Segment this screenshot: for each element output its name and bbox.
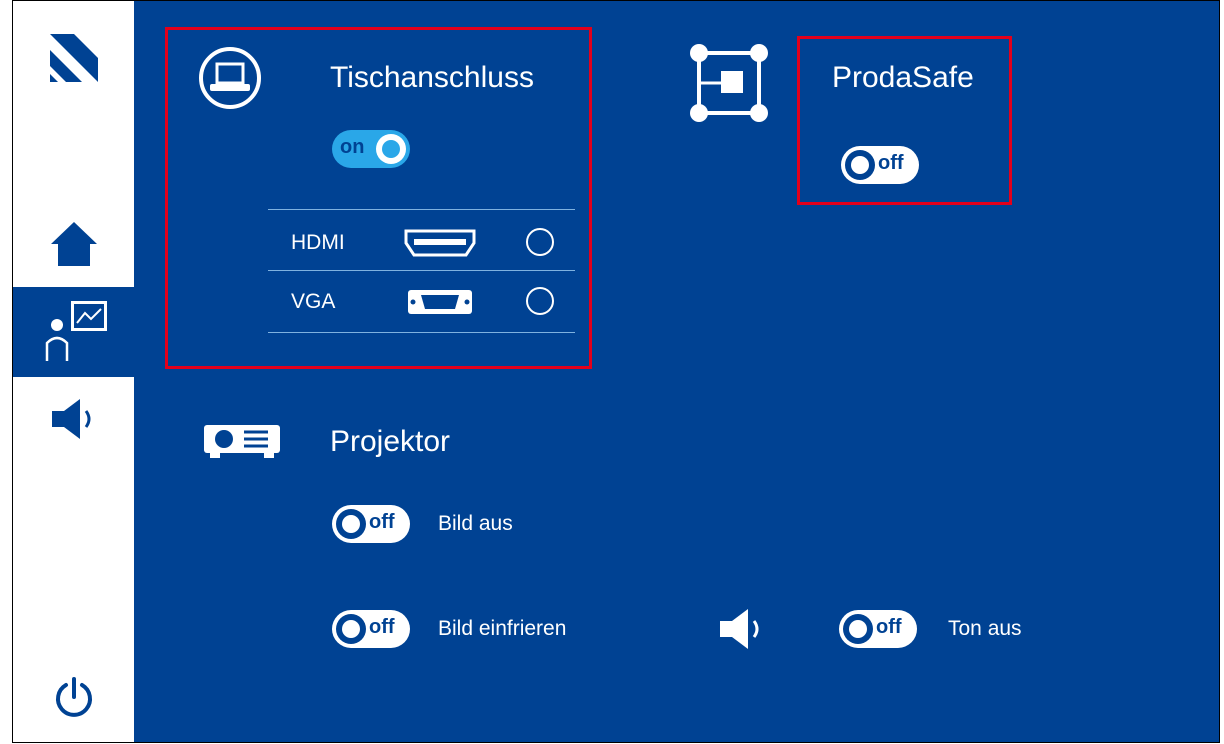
toggle-off-label: off xyxy=(876,616,902,638)
divider xyxy=(268,209,575,210)
toggle-on-label: on xyxy=(340,136,365,158)
input-label-vga: VGA xyxy=(291,290,336,313)
app-window: Tischanschluss on HDMI VGA ProdaSafe off… xyxy=(12,0,1220,743)
freeze-image-label: Bild einfrieren xyxy=(438,617,567,640)
laptop-icon xyxy=(199,47,261,109)
speaker-icon xyxy=(51,399,90,439)
presenter-icon xyxy=(45,301,107,361)
table-connection-toggle[interactable]: on xyxy=(332,130,410,168)
vga-port-icon xyxy=(408,290,472,314)
image-off-toggle[interactable]: off xyxy=(332,505,410,543)
toggle-off-label: off xyxy=(369,511,395,533)
sidebar xyxy=(13,1,134,742)
mute-label: Ton aus xyxy=(948,617,1022,640)
vga-radio[interactable] xyxy=(526,287,554,315)
freeze-image-toggle[interactable]: off xyxy=(332,610,410,648)
nav-power[interactable] xyxy=(13,666,134,728)
home-icon xyxy=(50,222,97,266)
screen-share-icon xyxy=(690,44,768,122)
mute-toggle[interactable]: off xyxy=(839,610,917,648)
projector-title: Projektor xyxy=(330,425,451,458)
toggle-off-label: off xyxy=(878,152,904,174)
main-panel: Tischanschluss on HDMI VGA ProdaSafe off… xyxy=(134,1,1219,742)
brand-logo xyxy=(13,23,134,93)
hdmi-port-icon xyxy=(404,229,476,257)
projector-icon xyxy=(204,425,280,458)
toggle-off-label: off xyxy=(369,616,395,638)
nav-home[interactable] xyxy=(13,209,134,279)
nav-audio[interactable] xyxy=(13,389,134,449)
power-icon xyxy=(55,677,92,717)
hdmi-radio[interactable] xyxy=(526,228,554,256)
prodasafe-toggle[interactable]: off xyxy=(841,146,919,184)
speaker-icon xyxy=(720,609,759,649)
nav-presenter[interactable] xyxy=(13,287,134,377)
table-connection-title: Tischanschluss xyxy=(330,61,534,94)
divider xyxy=(268,270,575,271)
prodasafe-title: ProdaSafe xyxy=(832,61,974,94)
input-label-hdmi: HDMI xyxy=(291,231,345,254)
brand-logo-icon xyxy=(49,34,98,82)
divider xyxy=(268,332,575,333)
image-off-label: Bild aus xyxy=(438,512,513,535)
